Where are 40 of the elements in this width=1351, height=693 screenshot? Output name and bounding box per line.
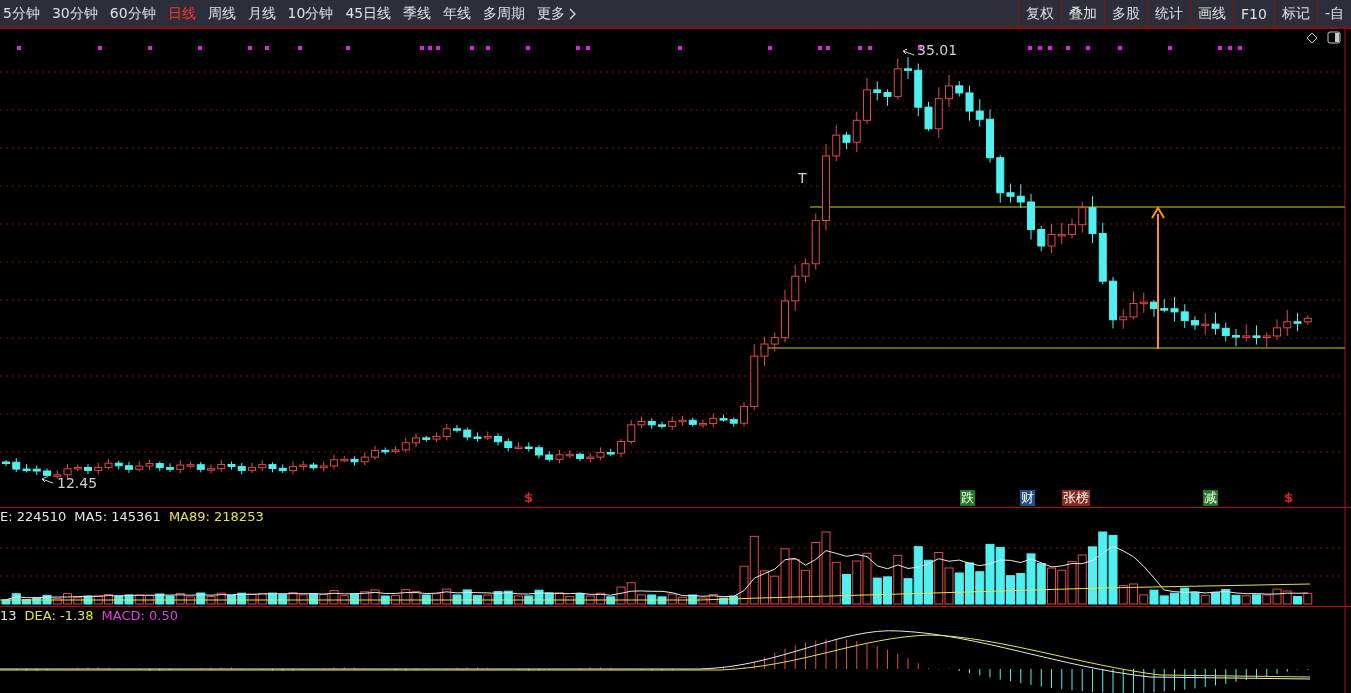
period-tab[interactable]: 60分钟 [103, 4, 162, 23]
indicator-value: MA89: 218253 [168, 509, 264, 524]
period-tab[interactable]: 5分钟 [0, 4, 46, 23]
indicator-value: MACD: 0.50 [101, 608, 179, 623]
period-tab[interactable]: 30分钟 [45, 4, 104, 23]
event-tag[interactable]: 跌 [960, 490, 975, 506]
toolbar-button[interactable]: 标记 [1273, 0, 1317, 27]
marker-label: T [798, 170, 807, 186]
toolbar-button[interactable]: 复权 [1018, 0, 1062, 27]
event-tag[interactable]: 减 [1203, 490, 1218, 506]
event-tag[interactable]: 张榜 [1062, 490, 1090, 506]
indicator-value: 13 [0, 608, 17, 623]
toolbar-button[interactable]: 叠加 [1061, 0, 1105, 27]
period-tab[interactable]: 多周期 [477, 4, 532, 23]
indicator-value: DEA: -1.38 [24, 608, 94, 623]
low-price-label: 12.45 [57, 475, 98, 491]
period-tab[interactable]: 10分钟 [281, 4, 340, 23]
period-tab[interactable]: 年线 [437, 4, 478, 23]
pointer-arrow-icon [40, 476, 54, 486]
period-tab[interactable]: 月线 [241, 4, 282, 23]
toolbar-button[interactable]: -自 [1316, 0, 1351, 27]
chevron-right-icon [568, 7, 578, 20]
indicator-value: MA5: 145361 [74, 509, 161, 524]
indicator-value: E: 224510 [0, 509, 67, 524]
period-tab[interactable]: 周线 [201, 4, 242, 23]
toolbar-button[interactable]: F10 [1233, 0, 1274, 27]
toolbar-button[interactable]: 多股 [1104, 0, 1148, 27]
more-menu[interactable]: 更多 [531, 4, 584, 23]
toolbar-button[interactable]: 画线 [1190, 0, 1234, 27]
diamond-icon[interactable] [1306, 32, 1318, 44]
event-tag[interactable]: $ [1283, 490, 1295, 506]
period-tab[interactable]: 日线 [161, 4, 202, 23]
pointer-arrow-icon [901, 48, 915, 58]
side-panel-icon[interactable] [1327, 31, 1341, 44]
event-tag[interactable]: $ [523, 490, 535, 506]
toolbar-button[interactable]: 统计 [1147, 0, 1191, 27]
period-tab[interactable]: 45日线 [339, 4, 398, 23]
event-tag[interactable]: 财 [1020, 490, 1035, 506]
period-tab[interactable]: 季线 [397, 4, 438, 23]
high-price-label: 35.01 [917, 42, 958, 58]
